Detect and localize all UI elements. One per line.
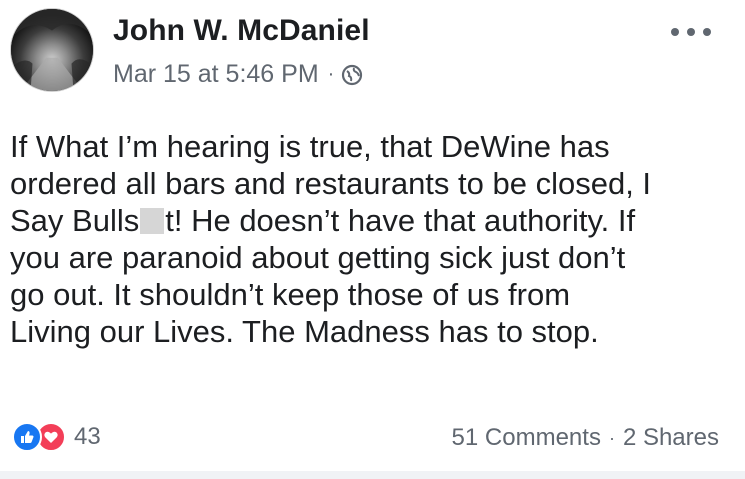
post-line-start: Say Bulls [10, 203, 140, 238]
shares-link[interactable]: 2 Shares [623, 424, 719, 452]
post-footer: 43 51 Comments · 2 Shares [0, 420, 745, 460]
post-line: If What I’m hearing is true, that DeWine… [10, 129, 610, 164]
post-body: If What I’m hearing is true, that DeWine… [10, 128, 740, 350]
post-line: Living our Lives. The Madness has to sto… [10, 314, 599, 349]
globe-icon [342, 64, 363, 85]
engagement-stats: 51 Comments · 2 Shares [452, 424, 719, 452]
author-name[interactable]: John W. McDaniel [113, 14, 370, 48]
post-line: ordered all bars and restaurants to be c… [10, 166, 652, 201]
comments-link[interactable]: 51 Comments [452, 424, 601, 452]
post-meta: Mar 15 at 5:46 PM · [113, 60, 363, 89]
post-line: you are paranoid about getting sick just… [10, 240, 626, 275]
avatar-photo [11, 9, 93, 91]
facebook-post: John W. McDaniel Mar 15 at 5:46 PM · If … [0, 0, 745, 479]
reaction-count: 43 [74, 423, 101, 450]
like-reaction-icon [12, 422, 42, 452]
post-line: go out. It shouldn’t keep those of us fr… [10, 277, 571, 312]
post-timestamp[interactable]: Mar 15 at 5:46 PM [113, 60, 319, 89]
post-line-end: t! He doesn’t have that authority. If [165, 203, 636, 238]
more-dot [703, 28, 711, 36]
stats-separator: · [608, 427, 615, 448]
reactions-summary[interactable]: 43 [12, 422, 101, 452]
meta-separator: · [327, 63, 335, 85]
post-bottom-divider [0, 471, 745, 479]
more-options-icon[interactable] [671, 24, 711, 40]
more-dot [671, 28, 679, 36]
post-line: Say Bulls t! He doesn’t have that authori… [10, 202, 740, 239]
avatar[interactable] [10, 8, 94, 92]
more-dot [687, 28, 695, 36]
censor-block [140, 208, 165, 234]
